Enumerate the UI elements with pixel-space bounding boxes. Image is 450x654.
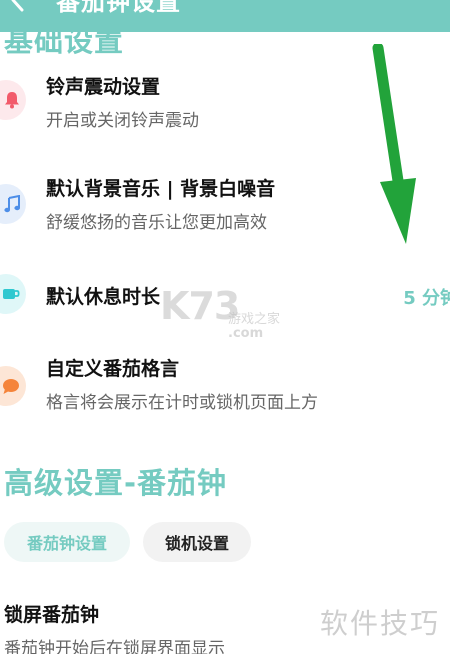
k73-watermark-domain: .com (228, 326, 264, 341)
page-title: 番茄钟设置 (56, 0, 181, 16)
setting-title: 默认背景音乐 | 背景白噪音 (46, 178, 276, 200)
chat-bubble-icon (0, 366, 26, 406)
coffee-cup-icon (0, 274, 26, 314)
chevron-left-icon (11, 0, 24, 12)
software-tips-watermark: 软件技巧 (320, 607, 441, 640)
lock-screen-pomodoro-subtitle: 番茄钟开始后在锁屏界面显示 (4, 639, 225, 654)
setting-title: 默认休息时长 (46, 286, 161, 308)
break-duration-value[interactable]: 5 分钟 (403, 284, 450, 310)
setting-title: 自定义番茄格言 (46, 358, 180, 380)
section-heading-advanced: 高级设置-番茄钟 (4, 466, 228, 500)
green-down-arrow-annotation (372, 44, 416, 244)
setting-item-custom-motto[interactable]: 自定义番茄格言 格言将会展示在计时或锁机页面上方 (0, 348, 450, 418)
bell-icon (0, 80, 26, 120)
setting-title: 铃声震动设置 (46, 76, 161, 98)
setting-subtitle: 舒缓悠扬的音乐让您更加高效 (46, 213, 267, 233)
k73-watermark-text: 游戏之家 (228, 312, 281, 327)
tab-lock-settings[interactable]: 锁机设置 (143, 522, 251, 562)
top-app-bar: 番茄钟设置 (0, 0, 450, 32)
music-note-icon (0, 184, 26, 224)
lock-screen-pomodoro-title[interactable]: 锁屏番茄钟 (4, 600, 99, 627)
setting-subtitle: 开启或关闭铃声震动 (46, 111, 199, 131)
back-button[interactable] (4, 0, 32, 14)
tab-pomodoro-settings[interactable]: 番茄钟设置 (4, 522, 130, 562)
setting-subtitle: 格言将会展示在计时或锁机页面上方 (46, 393, 318, 413)
